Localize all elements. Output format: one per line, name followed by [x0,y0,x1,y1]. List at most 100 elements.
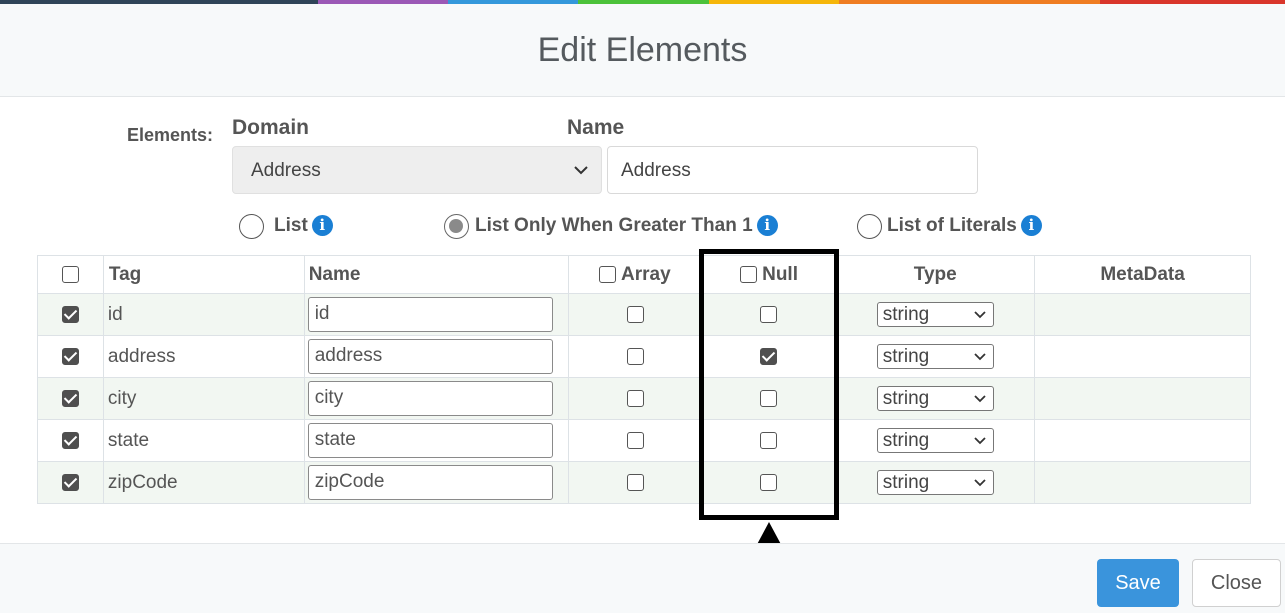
radio-list[interactable] [239,213,264,239]
metadata-cell [1034,377,1251,420]
null-checkbox[interactable] [760,347,778,365]
type-select[interactable]: string [876,470,994,495]
radio-list-gt1[interactable] [444,213,469,239]
array-cell [567,335,703,378]
array-checkbox[interactable] [626,431,644,449]
dialog-title: Edit Elements [537,31,748,69]
array-checkbox[interactable] [626,473,644,491]
null-header-label: Null [762,263,798,285]
type-cell: string [835,293,1036,336]
info-icon[interactable]: i [311,214,333,236]
chevron-down-icon [574,166,588,175]
tag-column-header: Tag [102,255,305,294]
table-row: city city string [37,377,1251,420]
radio-literals-label: List of Literals [887,215,1017,236]
type-select-value: string [882,346,930,367]
type-select[interactable]: string [876,386,994,411]
name-input[interactable]: Address [607,146,978,194]
chevron-down-icon [974,479,986,487]
info-icon[interactable]: i [756,214,778,236]
table-header-row: Tag Name Array Null Type MetaData [37,255,1251,294]
table-row: zipCode zipCode string [37,461,1251,504]
radio-option-list[interactable]: List i [239,213,333,239]
radio-option-literals[interactable]: List of Literals i [857,213,1042,239]
metadata-column-header: MetaData [1034,255,1251,294]
name-cell: id [303,293,569,336]
type-select-value: string [882,304,930,325]
array-header-label: Array [621,263,671,285]
type-select[interactable]: string [876,302,994,327]
radio-literals[interactable] [857,213,882,239]
name-label: Name [567,116,625,139]
element-name-input[interactable]: address [307,339,553,374]
row-select-checkbox[interactable] [61,473,79,491]
name-column-header: Name [303,255,569,294]
elements-table: Tag Name Array Null Type MetaData id id st… [37,255,1251,504]
name-cell: address [303,335,569,378]
radio-option-list-gt1[interactable]: List Only When Greater Than 1 i [444,213,778,239]
name-cell: zipCode [303,461,569,504]
row-select-cell [37,419,104,462]
select-all-checkbox[interactable] [61,265,79,283]
chevron-down-icon [974,311,986,319]
table-row: state state string [37,419,1251,462]
table-row: id id string [37,293,1251,336]
type-column-header: Type [835,255,1036,294]
name-cell: city [303,377,569,420]
metadata-cell [1034,419,1251,462]
null-cell [701,419,837,462]
array-cell [567,461,703,504]
type-select-value: string [882,472,930,493]
type-select[interactable]: string [876,344,994,369]
metadata-cell [1034,461,1251,504]
array-all-checkbox[interactable] [599,265,617,283]
null-checkbox[interactable] [760,389,778,407]
row-select-cell [37,293,104,336]
null-checkbox[interactable] [760,431,778,449]
null-all-checkbox[interactable] [739,265,757,283]
domain-select[interactable]: Address [232,146,602,194]
chevron-down-icon [974,353,986,361]
array-checkbox[interactable] [626,389,644,407]
null-column-header: Null [701,255,837,294]
save-button[interactable]: Save [1097,559,1179,607]
array-checkbox[interactable] [626,305,644,323]
type-cell: string [835,335,1036,378]
radio-list-label: List [274,215,308,236]
row-select-cell [37,377,104,420]
tag-cell: address [102,335,305,378]
type-cell: string [835,419,1036,462]
row-select-checkbox[interactable] [61,347,79,365]
row-select-checkbox[interactable] [61,431,79,449]
array-checkbox[interactable] [626,347,644,365]
name-input-value: Address [621,160,691,181]
type-select-value: string [882,388,930,409]
chevron-down-icon [974,437,986,445]
row-select-checkbox[interactable] [61,305,79,323]
metadata-cell [1034,335,1251,378]
type-select-value: string [882,430,930,451]
row-select-checkbox[interactable] [61,389,79,407]
array-cell [567,419,703,462]
row-select-cell [37,461,104,504]
tag-cell: city [102,377,305,420]
tag-cell: id [102,293,305,336]
element-name-input[interactable]: city [307,381,553,416]
metadata-cell [1034,293,1251,336]
info-icon[interactable]: i [1020,214,1042,236]
element-name-input[interactable]: state [307,423,553,458]
domain-label: Domain [232,116,310,139]
type-select[interactable]: string [876,428,994,453]
tag-cell: zipCode [102,461,305,504]
element-name-input[interactable]: zipCode [307,465,553,500]
null-checkbox[interactable] [760,473,778,491]
element-name-input[interactable]: id [307,297,553,332]
close-button[interactable]: Close [1192,559,1281,607]
array-column-header: Array [567,255,703,294]
null-checkbox[interactable] [760,305,778,323]
null-cell [701,377,837,420]
tag-cell: state [102,419,305,462]
array-cell [567,293,703,336]
row-select-cell [37,335,104,378]
null-cell [701,293,837,336]
